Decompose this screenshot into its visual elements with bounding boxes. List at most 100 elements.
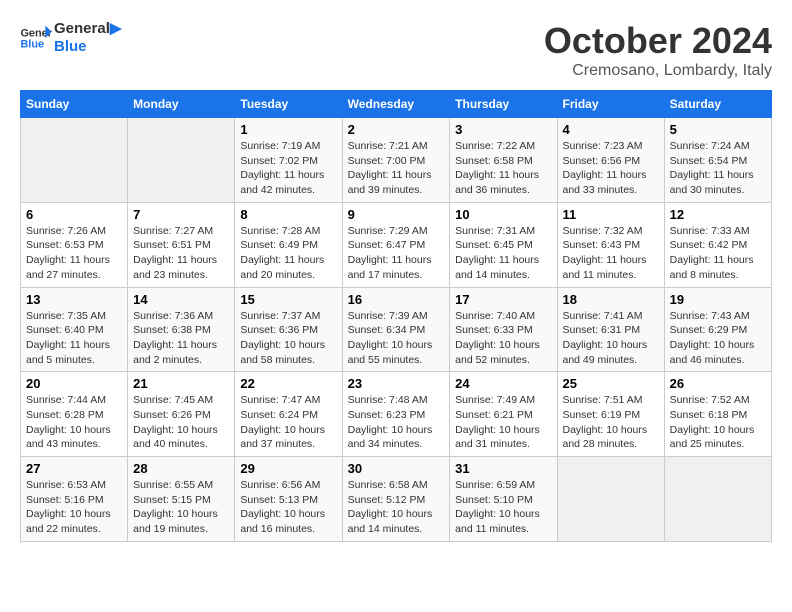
weekday-header-row: SundayMondayTuesdayWednesdayThursdayFrid…: [21, 91, 772, 118]
calendar-cell: 10 Sunrise: 7:31 AM Sunset: 6:45 PM Dayli…: [450, 202, 557, 287]
calendar-cell: 29 Sunrise: 6:56 AM Sunset: 5:13 PM Dayli…: [235, 457, 342, 542]
day-number: 12: [670, 207, 766, 222]
day-info: Sunrise: 6:53 AM Sunset: 5:16 PM Dayligh…: [26, 478, 122, 537]
day-number: 1: [240, 122, 336, 137]
calendar-cell: 14Sunrise: 7:36 AM Sunset: 6:38 PM Dayli…: [128, 287, 235, 372]
day-info: Sunrise: 7:32 AM Sunset: 6:43 PM Dayligh…: [563, 224, 659, 283]
day-number: 8: [240, 207, 336, 222]
day-number: 20: [26, 376, 122, 391]
day-info: Sunrise: 6:55 AM Sunset: 5:15 PM Dayligh…: [133, 478, 229, 537]
day-info: Sunrise: 7:31 AM Sunset: 6:45 PM Dayligh…: [455, 224, 551, 283]
logo-icon: General Blue: [20, 24, 52, 52]
day-info: Sunrise: 7:28 AM Sunset: 6:49 PM Dayligh…: [240, 224, 336, 283]
day-info: Sunrise: 7:43 AM Sunset: 6:29 PM Dayligh…: [670, 309, 766, 368]
calendar-cell: 21Sunrise: 7:45 AM Sunset: 6:26 PM Dayli…: [128, 372, 235, 457]
day-info: Sunrise: 7:24 AM Sunset: 6:54 PM Dayligh…: [670, 139, 766, 198]
calendar-cell: 5 Sunrise: 7:24 AM Sunset: 6:54 PM Daylig…: [664, 118, 771, 203]
day-number: 19: [670, 292, 766, 307]
calendar-cell: 16Sunrise: 7:39 AM Sunset: 6:34 PM Dayli…: [342, 287, 450, 372]
calendar-cell: 25 Sunrise: 7:51 AM Sunset: 6:19 PM Dayli…: [557, 372, 664, 457]
day-info: Sunrise: 7:49 AM Sunset: 6:21 PM Dayligh…: [455, 393, 551, 452]
calendar-cell: 22 Sunrise: 7:47 AM Sunset: 6:24 PM Dayli…: [235, 372, 342, 457]
day-info: Sunrise: 7:35 AM Sunset: 6:40 PM Dayligh…: [26, 309, 122, 368]
page-header: General Blue General▶ Blue October 2024 …: [20, 20, 772, 80]
calendar-cell: [21, 118, 128, 203]
day-number: 28: [133, 461, 229, 476]
day-number: 29: [240, 461, 336, 476]
weekday-monday: Monday: [128, 91, 235, 118]
day-number: 2: [348, 122, 445, 137]
day-number: 5: [670, 122, 766, 137]
day-info: Sunrise: 7:26 AM Sunset: 6:53 PM Dayligh…: [26, 224, 122, 283]
calendar-cell: 26 Sunrise: 7:52 AM Sunset: 6:18 PM Dayli…: [664, 372, 771, 457]
weekday-thursday: Thursday: [450, 91, 557, 118]
calendar-cell: 15Sunrise: 7:37 AM Sunset: 6:36 PM Dayli…: [235, 287, 342, 372]
day-info: Sunrise: 7:22 AM Sunset: 6:58 PM Dayligh…: [455, 139, 551, 198]
calendar-row-0: 1Sunrise: 7:19 AM Sunset: 7:02 PM Daylig…: [21, 118, 772, 203]
calendar-cell: 30 Sunrise: 6:58 AM Sunset: 5:12 PM Dayli…: [342, 457, 450, 542]
calendar-cell: [128, 118, 235, 203]
location-title: Cremosano, Lombardy, Italy: [544, 62, 772, 80]
calendar-cell: 20 Sunrise: 7:44 AM Sunset: 6:28 PM Dayli…: [21, 372, 128, 457]
day-number: 10: [455, 207, 551, 222]
day-info: Sunrise: 6:58 AM Sunset: 5:12 PM Dayligh…: [348, 478, 445, 537]
day-number: 21: [133, 376, 229, 391]
calendar-cell: 27Sunrise: 6:53 AM Sunset: 5:16 PM Dayli…: [21, 457, 128, 542]
calendar-body: 1Sunrise: 7:19 AM Sunset: 7:02 PM Daylig…: [21, 118, 772, 542]
calendar-cell: [557, 457, 664, 542]
calendar-cell: 12 Sunrise: 7:33 AM Sunset: 6:42 PM Dayli…: [664, 202, 771, 287]
weekday-saturday: Saturday: [664, 91, 771, 118]
calendar-cell: 13 Sunrise: 7:35 AM Sunset: 6:40 PM Dayli…: [21, 287, 128, 372]
day-number: 24: [455, 376, 551, 391]
calendar-header: SundayMondayTuesdayWednesdayThursdayFrid…: [21, 91, 772, 118]
calendar-cell: 8 Sunrise: 7:28 AM Sunset: 6:49 PM Daylig…: [235, 202, 342, 287]
calendar-row-4: 27Sunrise: 6:53 AM Sunset: 5:16 PM Dayli…: [21, 457, 772, 542]
day-info: Sunrise: 7:48 AM Sunset: 6:23 PM Dayligh…: [348, 393, 445, 452]
day-info: Sunrise: 7:37 AM Sunset: 6:36 PM Dayligh…: [240, 309, 336, 368]
calendar-cell: 24 Sunrise: 7:49 AM Sunset: 6:21 PM Dayli…: [450, 372, 557, 457]
svg-text:Blue: Blue: [20, 38, 44, 50]
day-info: Sunrise: 6:56 AM Sunset: 5:13 PM Dayligh…: [240, 478, 336, 537]
calendar-cell: 31Sunrise: 6:59 AM Sunset: 5:10 PM Dayli…: [450, 457, 557, 542]
calendar-cell: 23Sunrise: 7:48 AM Sunset: 6:23 PM Dayli…: [342, 372, 450, 457]
calendar-row-1: 6Sunrise: 7:26 AM Sunset: 6:53 PM Daylig…: [21, 202, 772, 287]
weekday-tuesday: Tuesday: [235, 91, 342, 118]
month-title: October 2024: [544, 20, 772, 62]
day-number: 11: [563, 207, 659, 222]
day-info: Sunrise: 7:40 AM Sunset: 6:33 PM Dayligh…: [455, 309, 551, 368]
day-number: 25: [563, 376, 659, 391]
weekday-friday: Friday: [557, 91, 664, 118]
day-info: Sunrise: 7:51 AM Sunset: 6:19 PM Dayligh…: [563, 393, 659, 452]
day-info: Sunrise: 7:52 AM Sunset: 6:18 PM Dayligh…: [670, 393, 766, 452]
day-number: 22: [240, 376, 336, 391]
weekday-sunday: Sunday: [21, 91, 128, 118]
calendar-cell: 11 Sunrise: 7:32 AM Sunset: 6:43 PM Dayli…: [557, 202, 664, 287]
day-info: Sunrise: 7:41 AM Sunset: 6:31 PM Dayligh…: [563, 309, 659, 368]
logo-line2: Blue: [54, 38, 121, 56]
calendar-cell: 7Sunrise: 7:27 AM Sunset: 6:51 PM Daylig…: [128, 202, 235, 287]
day-number: 3: [455, 122, 551, 137]
calendar-table: SundayMondayTuesdayWednesdayThursdayFrid…: [20, 90, 772, 542]
day-number: 26: [670, 376, 766, 391]
day-info: Sunrise: 7:27 AM Sunset: 6:51 PM Dayligh…: [133, 224, 229, 283]
calendar-cell: 28 Sunrise: 6:55 AM Sunset: 5:15 PM Dayli…: [128, 457, 235, 542]
day-number: 4: [563, 122, 659, 137]
calendar-cell: 4Sunrise: 7:23 AM Sunset: 6:56 PM Daylig…: [557, 118, 664, 203]
calendar-cell: 2 Sunrise: 7:21 AM Sunset: 7:00 PM Daylig…: [342, 118, 450, 203]
day-info: Sunrise: 7:44 AM Sunset: 6:28 PM Dayligh…: [26, 393, 122, 452]
day-info: Sunrise: 7:33 AM Sunset: 6:42 PM Dayligh…: [670, 224, 766, 283]
day-number: 31: [455, 461, 551, 476]
day-info: Sunrise: 7:29 AM Sunset: 6:47 PM Dayligh…: [348, 224, 445, 283]
day-number: 17: [455, 292, 551, 307]
day-info: Sunrise: 7:21 AM Sunset: 7:00 PM Dayligh…: [348, 139, 445, 198]
calendar-cell: 3 Sunrise: 7:22 AM Sunset: 6:58 PM Daylig…: [450, 118, 557, 203]
day-info: Sunrise: 7:47 AM Sunset: 6:24 PM Dayligh…: [240, 393, 336, 452]
day-number: 30: [348, 461, 445, 476]
calendar-row-2: 13 Sunrise: 7:35 AM Sunset: 6:40 PM Dayli…: [21, 287, 772, 372]
day-number: 16: [348, 292, 445, 307]
day-number: 13: [26, 292, 122, 307]
calendar-cell: [664, 457, 771, 542]
day-info: Sunrise: 7:36 AM Sunset: 6:38 PM Dayligh…: [133, 309, 229, 368]
calendar-cell: 1Sunrise: 7:19 AM Sunset: 7:02 PM Daylig…: [235, 118, 342, 203]
calendar-cell: 18Sunrise: 7:41 AM Sunset: 6:31 PM Dayli…: [557, 287, 664, 372]
